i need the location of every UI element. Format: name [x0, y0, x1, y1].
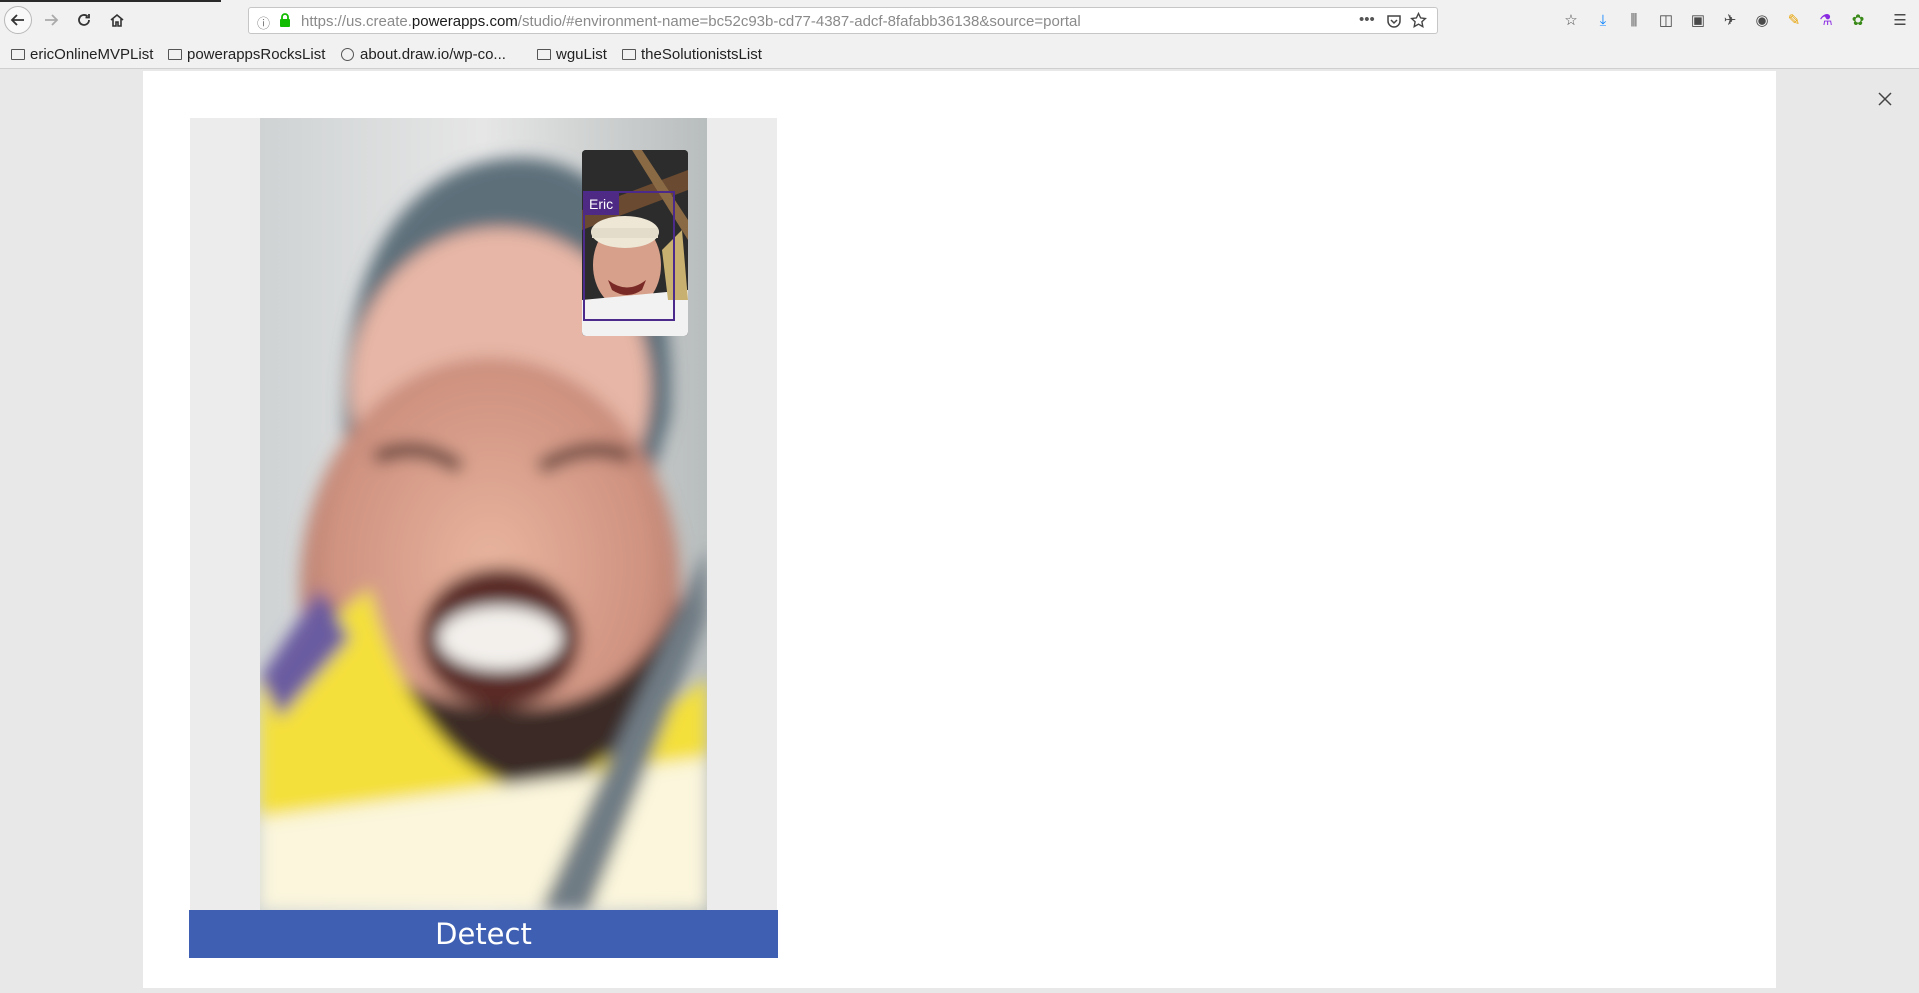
globe-icon: [341, 47, 354, 61]
bookmark-label: wguList: [556, 45, 607, 63]
lock-icon: [280, 13, 290, 27]
bookmarks-bar: ericOnlineMVPList powerappsRocksList abo…: [0, 41, 1919, 69]
reload-button[interactable]: [70, 6, 98, 34]
extension-icon[interactable]: ⚗: [1816, 10, 1836, 30]
back-icon: [10, 14, 24, 26]
close-button[interactable]: [1872, 86, 1898, 112]
url-domain: powerapps.com: [411, 13, 518, 30]
bookmark-label: about.draw.io/wp-co...: [360, 45, 506, 63]
home-button[interactable]: [103, 6, 131, 34]
face-name-tag: Eric: [583, 193, 620, 215]
browser-toolbar: ⓘ https://us.create.powerapps.com/studio…: [0, 0, 1919, 42]
bookmark-item[interactable]: ericOnlineMVPList: [11, 44, 153, 64]
bookmark-item[interactable]: theSolutionistsList: [622, 44, 762, 64]
screenshot-icon[interactable]: ▣: [1688, 10, 1708, 30]
forward-button[interactable]: [37, 6, 65, 34]
bookmark-label: ericOnlineMVPList: [30, 45, 154, 63]
extension-icon[interactable]: ✿: [1848, 10, 1868, 30]
more-icon[interactable]: •••: [1359, 11, 1375, 28]
detect-button[interactable]: Detect: [189, 910, 778, 958]
info-icon[interactable]: ⓘ: [257, 13, 270, 32]
account-icon[interactable]: ◉: [1752, 10, 1772, 30]
url-bar[interactable]: ⓘ https://us.create.powerapps.com/studio…: [248, 7, 1438, 34]
bookmark-item[interactable]: about.draw.io/wp-co...: [341, 44, 506, 64]
extension-icon[interactable]: ✎: [1784, 10, 1804, 30]
library-icon[interactable]: ⫼: [1624, 10, 1644, 30]
download-icon[interactable]: ⤓: [1593, 10, 1613, 30]
extension-icon[interactable]: ✈: [1720, 10, 1740, 30]
forward-icon: [45, 14, 59, 26]
url-path: /studio/#environment-name=bc52c93b-cd77-…: [517, 13, 1081, 30]
pocket-icon[interactable]: [1386, 13, 1402, 29]
menu-icon[interactable]: ☰: [1890, 10, 1910, 30]
folder-icon: [168, 48, 182, 60]
back-button[interactable]: [4, 6, 32, 34]
url-prefix: https://us.create.: [301, 13, 412, 30]
sidebar-icon[interactable]: ◫: [1656, 10, 1676, 30]
folder-icon: [537, 48, 551, 60]
folder-icon: [11, 48, 25, 60]
home-icon: [110, 13, 124, 27]
url-text[interactable]: https://us.create.powerapps.com/studio/#…: [301, 13, 1081, 30]
bookmark-label: powerappsRocksList: [187, 45, 326, 63]
reload-icon: [78, 14, 90, 26]
reading-list-icon[interactable]: ☆: [1561, 10, 1581, 30]
folder-icon: [622, 48, 636, 60]
star-icon[interactable]: [1410, 12, 1427, 29]
close-icon: [1878, 92, 1892, 106]
bookmark-item[interactable]: wguList: [537, 44, 607, 64]
bookmark-item[interactable]: powerappsRocksList: [168, 44, 325, 64]
active-tab-indicator: [0, 0, 221, 2]
bookmark-label: theSolutionistsList: [641, 45, 762, 63]
